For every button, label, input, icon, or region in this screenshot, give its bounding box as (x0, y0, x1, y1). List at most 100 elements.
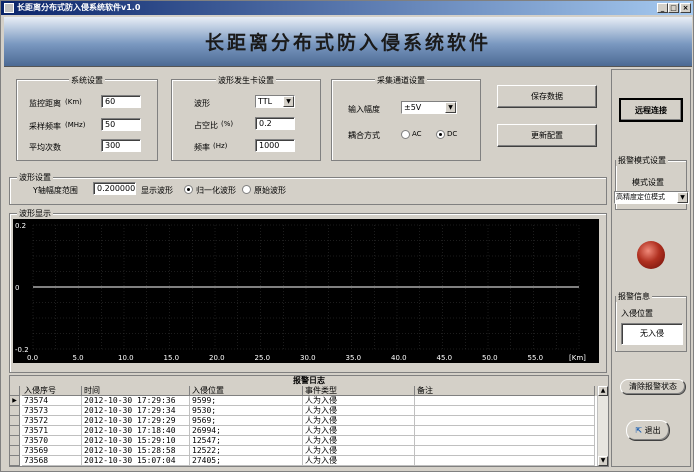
normalized-radio[interactable] (184, 185, 193, 194)
y-tick-label: 0.2 (15, 222, 26, 230)
row-header[interactable] (10, 416, 20, 426)
exit-label: 退出 (644, 426, 661, 435)
table-row[interactable]: ▶ 73574 2012-10-30 17:29:36 9599; 人为入侵 (10, 396, 608, 406)
table-cell: 26994; (190, 426, 303, 436)
exit-button[interactable]: ⇱ 退出 (626, 420, 670, 441)
table-cell: 9530; (190, 406, 303, 416)
save-data-button[interactable]: 保存数据 (497, 85, 597, 108)
chevron-down-icon[interactable]: ▼ (677, 192, 688, 203)
maximize-icon[interactable]: □ (668, 3, 679, 13)
wave-type-select[interactable]: TTL ▼ (255, 95, 295, 108)
table-row[interactable]: 73571 2012-10-30 17:18:40 26994; 人为入侵 (10, 426, 608, 436)
update-config-button[interactable]: 更新配置 (497, 124, 597, 147)
acq-channel-group (331, 79, 481, 161)
column-header[interactable]: 备注 (415, 386, 595, 396)
table-row[interactable]: 73570 2012-10-30 15:29:10 12547; 人为入侵 (10, 436, 608, 446)
exit-icon: ⇱ (635, 426, 643, 435)
column-header[interactable]: 入侵位置 (190, 386, 303, 396)
table-cell (415, 446, 595, 456)
table-cell: 73572 (22, 416, 82, 426)
table-cell: 9569; (190, 416, 303, 426)
column-header[interactable]: 入侵序号 (22, 386, 82, 396)
x-tick-label: 40.0 (391, 354, 407, 362)
row-header[interactable] (10, 406, 20, 416)
current-row-indicator-icon[interactable]: ▶ (10, 396, 20, 406)
sample-rate-input[interactable]: 50 (101, 118, 141, 131)
main-window: 长距离分布式防入侵系统软件v1.0 _ □ × 长距离分布式防入侵系统软件 系统… (0, 0, 694, 472)
table-cell: 2012-10-30 15:29:10 (82, 436, 190, 446)
table-cell: 73570 (22, 436, 82, 446)
window-title: 长距离分布式防入侵系统软件v1.0 (17, 3, 141, 12)
table-cell: 人为入侵 (303, 456, 415, 466)
row-header[interactable] (10, 456, 20, 466)
table-cell (415, 436, 595, 446)
wave-type-value: TTL (258, 97, 273, 106)
x-tick-label: 0.0 (27, 354, 38, 362)
table-cell: 73573 (22, 406, 82, 416)
duty-unit: (%) (221, 120, 234, 128)
table-cell: 2012-10-30 15:07:04 (82, 456, 190, 466)
row-header[interactable] (10, 446, 20, 456)
column-header[interactable]: 时间 (82, 386, 190, 396)
table-cell: 2012-10-30 17:18:40 (82, 426, 190, 436)
acq-channel-title: 采集通道设置 (375, 75, 427, 86)
column-header[interactable]: 事件类型 (303, 386, 415, 396)
input-range-label: 输入幅度 (348, 105, 380, 114)
wave-display-title: 波形显示 (17, 208, 53, 219)
x-axis-label: [Km] (569, 354, 586, 362)
app-icon (4, 3, 14, 13)
mode-select[interactable]: 高精度定位模式 ▼ (614, 191, 689, 204)
y-tick-label: -0.2 (15, 346, 29, 354)
mode-select-value: 高精度定位模式 (616, 193, 665, 201)
sample-rate-unit: (MHz) (65, 121, 86, 129)
x-tick-label: 50.0 (482, 354, 498, 362)
dc-label: DC (447, 130, 458, 138)
raw-radio[interactable] (242, 185, 251, 194)
chevron-down-icon[interactable]: ▼ (445, 102, 456, 113)
row-header[interactable] (10, 436, 20, 446)
scroll-up-icon[interactable]: ▲ (598, 386, 608, 396)
scroll-down-icon[interactable]: ▼ (598, 456, 608, 466)
duty-input[interactable]: 0.2 (255, 117, 295, 130)
alarm-light-icon (637, 241, 665, 269)
x-tick-label: 35.0 (346, 354, 362, 362)
x-tick-label: 10.0 (118, 354, 134, 362)
table-row[interactable]: 73572 2012-10-30 17:29:29 9569; 人为入侵 (10, 416, 608, 426)
chevron-down-icon[interactable]: ▼ (283, 96, 294, 107)
dc-radio[interactable] (436, 130, 445, 139)
row-header[interactable] (10, 426, 20, 436)
header-banner: 长距离分布式防入侵系统软件 (4, 17, 692, 67)
frequency-input[interactable]: 1000 (255, 139, 295, 152)
close-icon[interactable]: × (680, 3, 691, 13)
table-cell: 73574 (22, 396, 82, 406)
average-count-input[interactable]: 300 (101, 139, 141, 152)
alarm-log-table: 报警日志 入侵序号 时间 入侵位置 事件类型 备注 ▶ 73574 2012-10-30 1… (9, 375, 609, 467)
table-scrollbar[interactable]: ▲ ▼ (597, 386, 608, 466)
minimize-icon[interactable]: _ (657, 3, 668, 13)
intrusion-position-label: 入侵位置 (621, 309, 653, 318)
system-settings-title: 系统设置 (69, 75, 105, 86)
table-row[interactable]: 73569 2012-10-30 15:28:58 12522; 人为入侵 (10, 446, 608, 456)
table-row[interactable]: 73573 2012-10-30 17:29:34 9530; 人为入侵 (10, 406, 608, 416)
table-cell: 73568 (22, 456, 82, 466)
y-range-input[interactable]: 0.200000 (93, 182, 136, 195)
input-range-select[interactable]: ±5V ▼ (401, 101, 457, 114)
wave-settings-title: 波形设置 (17, 172, 53, 183)
table-cell: 2012-10-30 17:29:36 (82, 396, 190, 406)
input-range-value: ±5V (404, 103, 422, 112)
table-cell: 2012-10-30 17:29:34 (82, 406, 190, 416)
alarm-mode-title: 报警模式设置 (616, 155, 668, 166)
normalized-label: 归一化波形 (196, 186, 236, 195)
table-row[interactable]: 73568 2012-10-30 15:07:04 27405; 人为入侵 (10, 456, 608, 466)
table-cell: 人为入侵 (303, 396, 415, 406)
ac-radio[interactable] (401, 130, 410, 139)
x-tick-label: 30.0 (300, 354, 316, 362)
y-range-label: Y轴幅度范围 (33, 186, 78, 195)
clear-alarm-button[interactable]: 清除报警状态 (620, 379, 686, 395)
remote-connect-button[interactable]: 远程连接 (619, 98, 683, 122)
distance-unit: (Km) (65, 98, 82, 106)
table-cell: 27405; (190, 456, 303, 466)
table-cell: 9599; (190, 396, 303, 406)
x-tick-label: 15.0 (164, 354, 180, 362)
distance-input[interactable]: 60 (101, 95, 141, 108)
